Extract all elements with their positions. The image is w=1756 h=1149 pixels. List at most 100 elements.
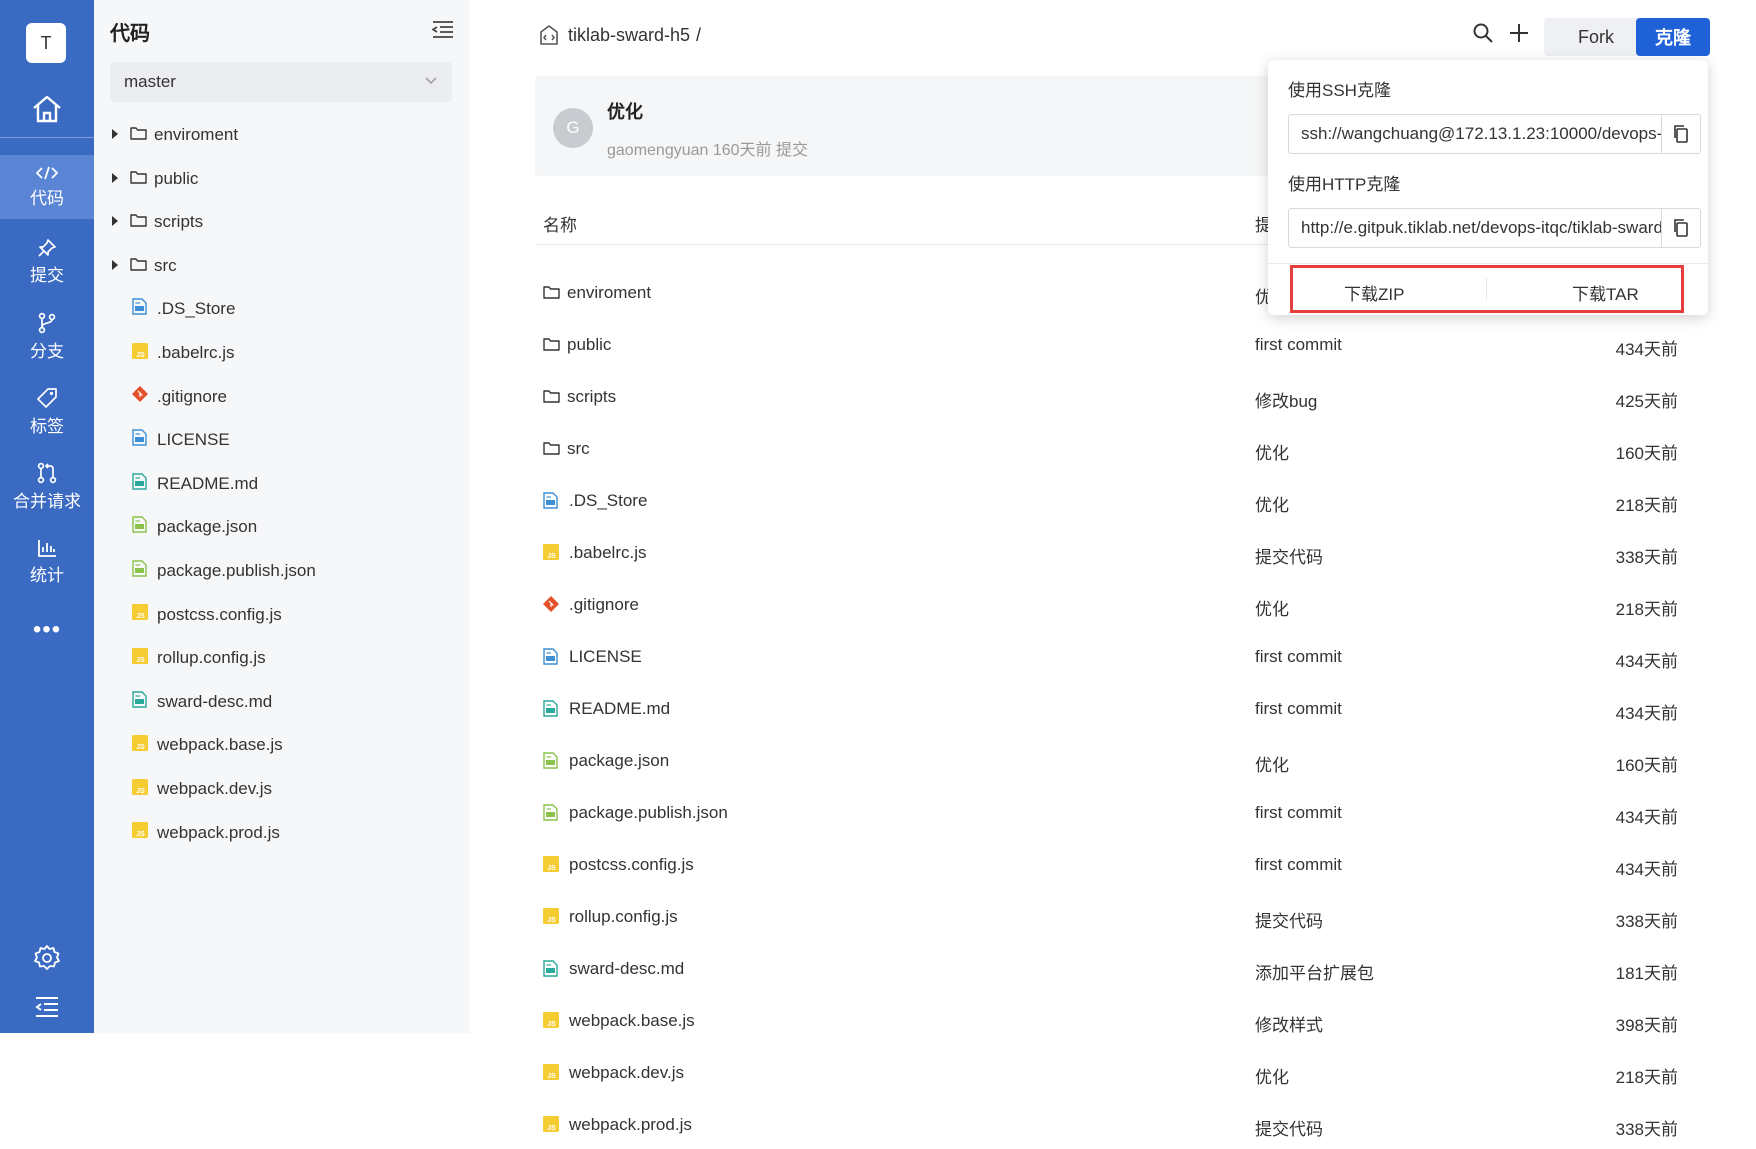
caret-right-icon[interactable] [112, 259, 118, 270]
user-avatar[interactable]: T [26, 23, 66, 63]
table-row[interactable]: README.md first commit 434天前 [535, 686, 1705, 733]
menu-collapse-icon [35, 997, 58, 1017]
file-name[interactable]: package.json [569, 751, 669, 771]
collapse-nav-button[interactable] [0, 996, 94, 1018]
tree-file[interactable]: package.json [94, 507, 470, 547]
caret-right-icon[interactable] [112, 172, 118, 183]
table-row[interactable]: JS rollup.config.js 提交代码 338天前 [535, 894, 1705, 941]
nav-more-button[interactable]: ••• [0, 615, 94, 645]
commit-message-cell[interactable]: 修改样式 [1255, 1011, 1323, 1036]
commit-time-cell: 218天前 [1615, 600, 1678, 619]
tree-file[interactable]: README.md [94, 464, 470, 504]
tree-file[interactable]: JS rollup.config.js [94, 638, 470, 678]
file-name[interactable]: rollup.config.js [569, 907, 678, 927]
branch-selector[interactable]: master [110, 62, 452, 102]
tree-folder[interactable]: public [94, 159, 470, 199]
tree-item-label: enviroment [154, 125, 239, 144]
http-url-field[interactable]: http://e.gitpuk.tiklab.net/devops-itqc/t… [1288, 208, 1662, 248]
ssh-url-field[interactable]: ssh://wangchuang@172.13.1.23:10000/devop… [1288, 114, 1662, 154]
file-name[interactable]: .babelrc.js [569, 543, 646, 563]
file-name[interactable]: sward-desc.md [569, 959, 684, 979]
table-row[interactable]: src 优化 160天前 [535, 426, 1705, 473]
commit-message-cell[interactable]: 优化 [1255, 595, 1289, 620]
table-row[interactable]: LICENSE first commit 434天前 [535, 634, 1705, 681]
file-name[interactable]: scripts [567, 387, 616, 407]
tree-folder[interactable]: src [94, 246, 470, 286]
caret-right-icon[interactable] [112, 129, 118, 139]
table-row[interactable]: public first commit 434天前 [535, 322, 1705, 369]
tree-folder[interactable]: scripts [94, 202, 470, 242]
commit-message-cell[interactable]: 优化 [1255, 439, 1289, 464]
commit-message-cell[interactable]: first commit [1255, 855, 1342, 875]
tree-folder[interactable]: enviroment [94, 115, 470, 155]
commit-message-cell[interactable]: 提交代码 [1255, 1115, 1323, 1140]
tree-file[interactable]: JS postcss.config.js [94, 595, 470, 635]
file-name[interactable]: webpack.base.js [569, 1011, 695, 1031]
nav-item-commits[interactable]: 提交 [0, 230, 94, 294]
nav-item-merge-requests[interactable]: 合并请求 [0, 455, 94, 519]
nav-item-statistics[interactable]: 统计 [0, 530, 94, 594]
file-name[interactable]: postcss.config.js [569, 855, 694, 875]
tree-file[interactable]: JS .babelrc.js [94, 333, 470, 373]
table-row[interactable]: JS postcss.config.js first commit 434天前 [535, 842, 1705, 889]
commit-message-cell[interactable]: first commit [1255, 699, 1342, 719]
table-row[interactable]: JS webpack.dev.js 优化 218天前 [535, 1050, 1705, 1097]
file-name[interactable]: webpack.dev.js [569, 1063, 684, 1083]
tree-file[interactable]: JS webpack.prod.js [94, 813, 470, 853]
table-row[interactable]: package.publish.json first commit 434天前 [535, 790, 1705, 837]
file-name[interactable]: LICENSE [569, 647, 642, 667]
file-name[interactable]: .DS_Store [569, 491, 647, 511]
tree-file[interactable]: sward-desc.md [94, 682, 470, 722]
file-name[interactable]: README.md [569, 699, 670, 719]
nav-item-code[interactable]: 代码 [0, 155, 94, 219]
copy-ssh-button[interactable] [1661, 114, 1701, 154]
clone-button[interactable]: 克隆 [1636, 18, 1710, 56]
nav-item-tags[interactable]: 标签 [0, 380, 94, 444]
copy-http-button[interactable] [1661, 208, 1701, 248]
tree-file[interactable]: LICENSE [94, 420, 470, 460]
commit-message-cell[interactable]: 添加平台扩展包 [1255, 959, 1374, 984]
tree-file[interactable]: package.publish.json [94, 551, 470, 591]
file-name[interactable]: package.publish.json [569, 803, 728, 823]
table-row[interactable]: JS webpack.prod.js 提交代码 338天前 [535, 1102, 1705, 1149]
file-name[interactable]: public [567, 335, 611, 355]
commit-message-cell[interactable]: 优化 [1255, 751, 1289, 776]
commit-message-cell[interactable]: first commit [1255, 647, 1342, 667]
table-row[interactable]: JS .babelrc.js 提交代码 338天前 [535, 530, 1705, 577]
repository-name[interactable]: tiklab-sward-h5 [568, 25, 690, 46]
table-row[interactable]: scripts 修改bug 425天前 [535, 374, 1705, 421]
commit-message-cell[interactable]: 提交代码 [1255, 543, 1323, 568]
add-button[interactable] [1508, 22, 1530, 49]
settings-button[interactable] [0, 944, 94, 972]
commit-message-cell[interactable]: 优化 [1255, 1063, 1289, 1088]
table-row[interactable]: .DS_Store 优化 218天前 [535, 478, 1705, 525]
table-row[interactable]: JS webpack.base.js 修改样式 398天前 [535, 998, 1705, 1045]
file-name[interactable]: src [567, 439, 590, 459]
tree-file[interactable]: .DS_Store [94, 289, 470, 329]
fork-button[interactable]: Fork [1544, 18, 1648, 56]
nav-item-branches[interactable]: 分支 [0, 305, 94, 369]
commit-message-cell[interactable]: first commit [1255, 803, 1342, 823]
commit-message-cell[interactable]: first commit [1255, 335, 1342, 355]
table-row[interactable]: sward-desc.md 添加平台扩展包 181天前 [535, 946, 1705, 993]
commit-message-cell[interactable]: 提交代码 [1255, 907, 1323, 932]
table-row[interactable]: package.json 优化 160天前 [535, 738, 1705, 785]
file-name[interactable]: enviroment [567, 283, 651, 303]
tree-file[interactable]: JS webpack.dev.js [94, 769, 470, 809]
home-button[interactable] [0, 82, 94, 136]
tree-file[interactable]: .gitignore [94, 377, 470, 417]
tree-collapse-button[interactable] [431, 20, 454, 43]
commit-time-cell: 160天前 [1615, 756, 1678, 775]
commit-message[interactable]: 优化 [607, 98, 643, 124]
commit-message-cell[interactable]: 优化 [1255, 491, 1289, 516]
file-name[interactable]: .gitignore [569, 595, 639, 615]
table-row[interactable]: .gitignore 优化 218天前 [535, 582, 1705, 629]
folder-icon [543, 442, 560, 455]
file-name[interactable]: webpack.prod.js [569, 1115, 692, 1135]
folder-icon [130, 214, 147, 227]
search-button[interactable] [1472, 22, 1494, 49]
commit-message-cell[interactable]: 修改bug [1255, 387, 1317, 412]
caret-right-icon[interactable] [112, 216, 118, 227]
tree-file[interactable]: JS webpack.base.js [94, 725, 470, 765]
nav-item-label: 标签 [30, 417, 64, 436]
